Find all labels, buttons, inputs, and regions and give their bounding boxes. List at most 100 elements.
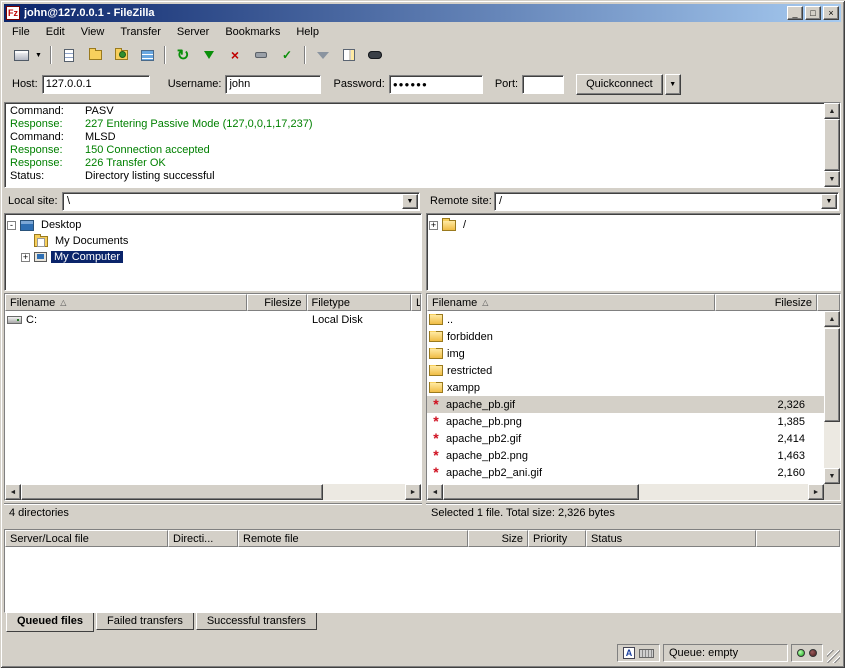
remote-file-row[interactable]: *apache_pb2.png 1,463 <box>427 447 824 464</box>
refresh-button[interactable]: ↻ <box>171 44 195 66</box>
column-label: Filesize <box>264 297 301 309</box>
log-text: Directory listing successful <box>85 170 215 183</box>
column-header-size[interactable]: Size <box>468 530 528 547</box>
remote-file-row[interactable]: *apache_pb2.gif 2,414 <box>427 430 824 447</box>
site-manager-dropdown[interactable]: ▼ <box>32 44 45 66</box>
remote-site-combo[interactable]: / ▼ <box>494 192 839 211</box>
scroll-right-icon[interactable]: ► <box>808 484 824 500</box>
quickconnect-button[interactable]: Quickconnect <box>576 74 663 95</box>
message-log-toggle-button[interactable] <box>57 44 81 66</box>
scroll-right-icon[interactable]: ► <box>405 484 421 500</box>
find-button[interactable] <box>363 44 387 66</box>
column-header-filename[interactable]: Filename△ <box>427 294 715 311</box>
local-file-row[interactable]: C: Local Disk <box>5 311 421 328</box>
reconnect-button[interactable]: ✓ <box>275 44 299 66</box>
remote-file-row[interactable]: *apache_pb2_ani.gif 2,160 <box>427 464 824 481</box>
remote-file-row[interactable]: restricted <box>427 362 824 379</box>
column-header-status[interactable]: Status <box>586 530 756 547</box>
column-label: Directi... <box>173 533 213 545</box>
menu-server[interactable]: Server <box>169 23 217 41</box>
menu-edit[interactable]: Edit <box>38 23 73 41</box>
maximize-button[interactable]: □ <box>805 6 821 20</box>
queue-toggle-button[interactable] <box>135 44 159 66</box>
remote-vertical-scrollbar[interactable]: ▲ ▼ <box>824 311 840 484</box>
combo-dropdown-icon[interactable]: ▼ <box>821 194 837 209</box>
menu-file[interactable]: File <box>4 23 38 41</box>
message-log: Command:PASV Response:227 Entering Passi… <box>4 102 841 188</box>
column-header-filesize[interactable]: Filesize <box>247 294 307 311</box>
scroll-left-icon[interactable]: ◄ <box>5 484 21 500</box>
remote-horizontal-scrollbar[interactable]: ◄ ► <box>427 484 824 500</box>
log-scrollbar[interactable]: ▲ ▼ <box>824 103 840 187</box>
scrollbar-thumb[interactable] <box>443 484 639 500</box>
column-header-lastmodified[interactable]: L <box>411 294 421 311</box>
local-tree-icon <box>89 50 102 60</box>
remote-file-row[interactable]: *apache_pb.png 1,385 <box>427 413 824 430</box>
expand-icon[interactable]: + <box>21 253 30 262</box>
remote-tree-toggle-button[interactable] <box>109 44 133 66</box>
column-header-direction[interactable]: Directi... <box>168 530 238 547</box>
tree-item-desktop[interactable]: - Desktop <box>7 217 419 233</box>
username-input[interactable] <box>225 75 321 94</box>
remote-file-row[interactable]: .. <box>427 311 824 328</box>
compare-button[interactable] <box>337 44 361 66</box>
tree-item-root[interactable]: + / <box>429 217 838 233</box>
disconnect-button[interactable] <box>249 44 273 66</box>
local-tree-toggle-button[interactable] <box>83 44 107 66</box>
column-header-filename[interactable]: Filename △ <box>5 294 247 311</box>
menu-help[interactable]: Help <box>288 23 327 41</box>
column-header-filetype[interactable]: Filetype <box>307 294 412 311</box>
remote-file-row[interactable]: img <box>427 345 824 362</box>
scrollbar-thumb[interactable] <box>824 328 840 422</box>
cancel-button[interactable]: × <box>223 44 247 66</box>
filter-button[interactable] <box>311 44 335 66</box>
tab-failed-transfers[interactable]: Failed transfers <box>96 613 194 630</box>
minimize-button[interactable]: _ <box>787 6 803 20</box>
image-file-icon: * <box>429 450 443 461</box>
scroll-down-icon[interactable]: ▼ <box>824 171 840 187</box>
port-input[interactable] <box>522 75 564 94</box>
menu-bookmarks[interactable]: Bookmarks <box>217 23 288 41</box>
scroll-up-icon[interactable]: ▲ <box>824 311 840 327</box>
queue-body[interactable] <box>5 547 840 612</box>
tab-successful-transfers[interactable]: Successful transfers <box>196 613 317 630</box>
column-header-priority[interactable]: Priority <box>528 530 586 547</box>
remote-file-row[interactable]: forbidden <box>427 328 824 345</box>
remote-file-row[interactable]: xampp <box>427 379 824 396</box>
scrollbar-thumb[interactable] <box>21 484 323 500</box>
column-header-filesize[interactable]: Filesize <box>715 294 817 311</box>
menu-view[interactable]: View <box>73 23 113 41</box>
tree-label: / <box>460 219 469 231</box>
quickconnect-dropdown[interactable]: ▼ <box>665 74 681 95</box>
host-input[interactable] <box>42 75 150 94</box>
tree-item-my-documents[interactable]: My Documents <box>7 233 419 249</box>
site-manager-button[interactable] <box>9 44 33 66</box>
local-list-body: C: Local Disk <box>5 311 421 484</box>
expand-icon[interactable]: + <box>429 221 438 230</box>
combo-dropdown-icon[interactable]: ▼ <box>402 194 418 209</box>
password-input[interactable] <box>389 75 483 94</box>
scroll-up-icon[interactable]: ▲ <box>824 103 840 119</box>
local-site-combo[interactable]: \ ▼ <box>62 192 420 211</box>
column-label: Filename <box>10 297 55 309</box>
close-button[interactable]: × <box>823 6 839 20</box>
file-size: 2,160 <box>715 467 811 479</box>
folder-icon <box>429 365 443 376</box>
sort-ascending-icon: △ <box>60 298 66 307</box>
scroll-left-icon[interactable]: ◄ <box>427 484 443 500</box>
column-header-server-local-file[interactable]: Server/Local file <box>5 530 168 547</box>
process-queue-button[interactable] <box>197 44 221 66</box>
status-bar: A Queue: empty <box>4 642 841 664</box>
tree-item-my-computer[interactable]: + My Computer <box>7 249 419 265</box>
scrollbar-thumb[interactable] <box>824 119 840 171</box>
image-file-icon: * <box>429 416 443 427</box>
column-header-remote-file[interactable]: Remote file <box>238 530 468 547</box>
remote-file-row-selected[interactable]: *apache_pb.gif 2,326 <box>427 396 824 413</box>
local-horizontal-scrollbar[interactable]: ◄ ► <box>5 484 421 500</box>
resize-grip[interactable] <box>827 650 840 663</box>
collapse-icon[interactable]: - <box>7 221 16 230</box>
scroll-down-icon[interactable]: ▼ <box>824 468 840 484</box>
menu-transfer[interactable]: Transfer <box>112 23 169 41</box>
filezilla-logo-icon[interactable]: Fz <box>6 6 20 20</box>
tab-queued-files[interactable]: Queued files <box>6 613 94 632</box>
